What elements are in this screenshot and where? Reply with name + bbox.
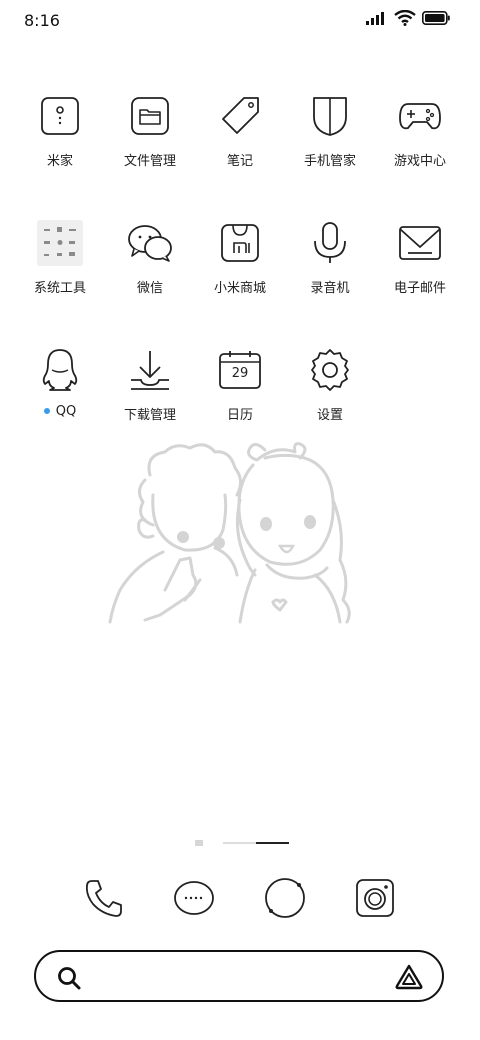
app-label: 文件管理: [123, 154, 176, 169]
status-icons: [366, 10, 450, 26]
gamepad-icon: [399, 103, 441, 130]
dock-messages[interactable]: [166, 870, 222, 926]
assistant-icon[interactable]: [394, 964, 424, 990]
folder-system-tools[interactable]: 系统工具: [15, 215, 105, 296]
penguin-icon: [42, 349, 78, 391]
wechat-icon: [128, 225, 172, 262]
app-security[interactable]: 手机管家: [285, 88, 375, 169]
camera-icon: [356, 879, 394, 917]
gear-icon: [311, 349, 349, 391]
page-indicator-menu-icon: [195, 840, 203, 846]
tools-folder-icon: [37, 220, 83, 266]
app-label: QQ: [15, 404, 105, 419]
search-input[interactable]: [92, 962, 376, 992]
app-label: 录音机: [310, 281, 350, 296]
app-label: 设置: [316, 408, 343, 423]
app-file-manager[interactable]: 文件管理: [105, 88, 195, 169]
browser-icon: [265, 878, 305, 918]
app-notes[interactable]: 笔记: [195, 88, 285, 169]
app-label: 小米商城: [213, 281, 266, 296]
app-label-text: QQ: [55, 404, 77, 419]
new-badge-dot: [43, 407, 50, 414]
dock-browser[interactable]: [257, 870, 313, 926]
search-icon[interactable]: [56, 965, 82, 991]
dock-phone[interactable]: [76, 870, 132, 926]
page-indicator[interactable]: [0, 838, 480, 848]
shield-icon: [313, 97, 347, 136]
app-label: 手机管家: [303, 154, 356, 169]
app-mi-store[interactable]: 小米商城: [195, 215, 285, 296]
app-label: 下载管理: [123, 408, 176, 423]
dock: [0, 870, 480, 926]
app-calendar[interactable]: 29 日历: [195, 342, 285, 423]
app-qq[interactable]: QQ: [15, 342, 105, 419]
calendar-date: 29: [231, 366, 249, 381]
app-label: 微信: [136, 281, 163, 296]
app-label: 米家: [46, 154, 73, 169]
app-label: 游戏中心: [393, 154, 446, 169]
download-icon: [131, 351, 169, 390]
signal-icon: [366, 12, 384, 25]
mijia-icon: [41, 97, 79, 135]
mail-icon: [399, 226, 441, 260]
app-email[interactable]: 电子邮件: [375, 215, 465, 296]
app-wechat[interactable]: 微信: [105, 215, 195, 296]
app-downloads[interactable]: 下载管理: [105, 342, 195, 423]
tag-icon: [222, 97, 259, 134]
app-label: 日历: [226, 408, 253, 423]
wallpaper-couple-illustration: [108, 442, 351, 624]
app-label: 系统工具: [33, 281, 86, 296]
app-settings[interactable]: 设置: [285, 342, 375, 423]
app-label: 笔记: [226, 154, 253, 169]
app-recorder[interactable]: 录音机: [285, 215, 375, 296]
microphone-icon: [314, 222, 346, 263]
app-label: 电子邮件: [393, 281, 446, 296]
wifi-icon: [394, 10, 416, 26]
app-game-center[interactable]: 游戏中心: [375, 88, 465, 169]
search-bar[interactable]: [34, 950, 444, 1002]
battery-icon: [422, 11, 450, 25]
dock-camera[interactable]: [347, 870, 403, 926]
mi-store-icon: [221, 224, 259, 262]
app-mijia[interactable]: 米家: [15, 88, 105, 169]
status-bar: 8:16: [0, 0, 480, 40]
phone-icon: [85, 880, 122, 917]
messages-icon: [174, 881, 214, 915]
clock: 8:16: [24, 11, 60, 30]
folder-icon: [131, 97, 169, 135]
